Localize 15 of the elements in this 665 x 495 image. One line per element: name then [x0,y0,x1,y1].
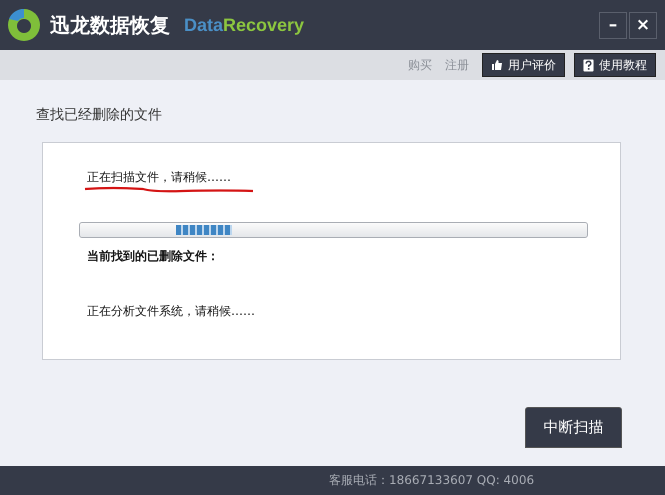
scan-status-text: 正在扫描文件，请稍候…… [87,169,231,186]
thumbs-up-icon [491,59,503,71]
app-subtitle: DataRecovery [184,14,304,36]
stop-scan-button[interactable]: 中断扫描 [525,407,622,448]
toolbar-button[interactable]: 使用教程 [574,53,656,77]
logo-icon [6,7,42,43]
contact-info: 客服电话：18667133607 QQ: 4006 [329,472,534,489]
toolbar-button[interactable]: 用户评价 [482,53,565,77]
close-button[interactable]: × [629,12,657,38]
found-files-label: 当前找到的已删除文件： [87,248,220,265]
help-icon [583,58,594,72]
minimize-button[interactable]: – [599,12,627,38]
scan-detail-text: 正在分析文件系统，请稍候…… [87,303,256,320]
app-title: 迅龙数据恢复 [50,12,170,38]
page-heading: 查找已经删除的文件 [36,106,163,125]
